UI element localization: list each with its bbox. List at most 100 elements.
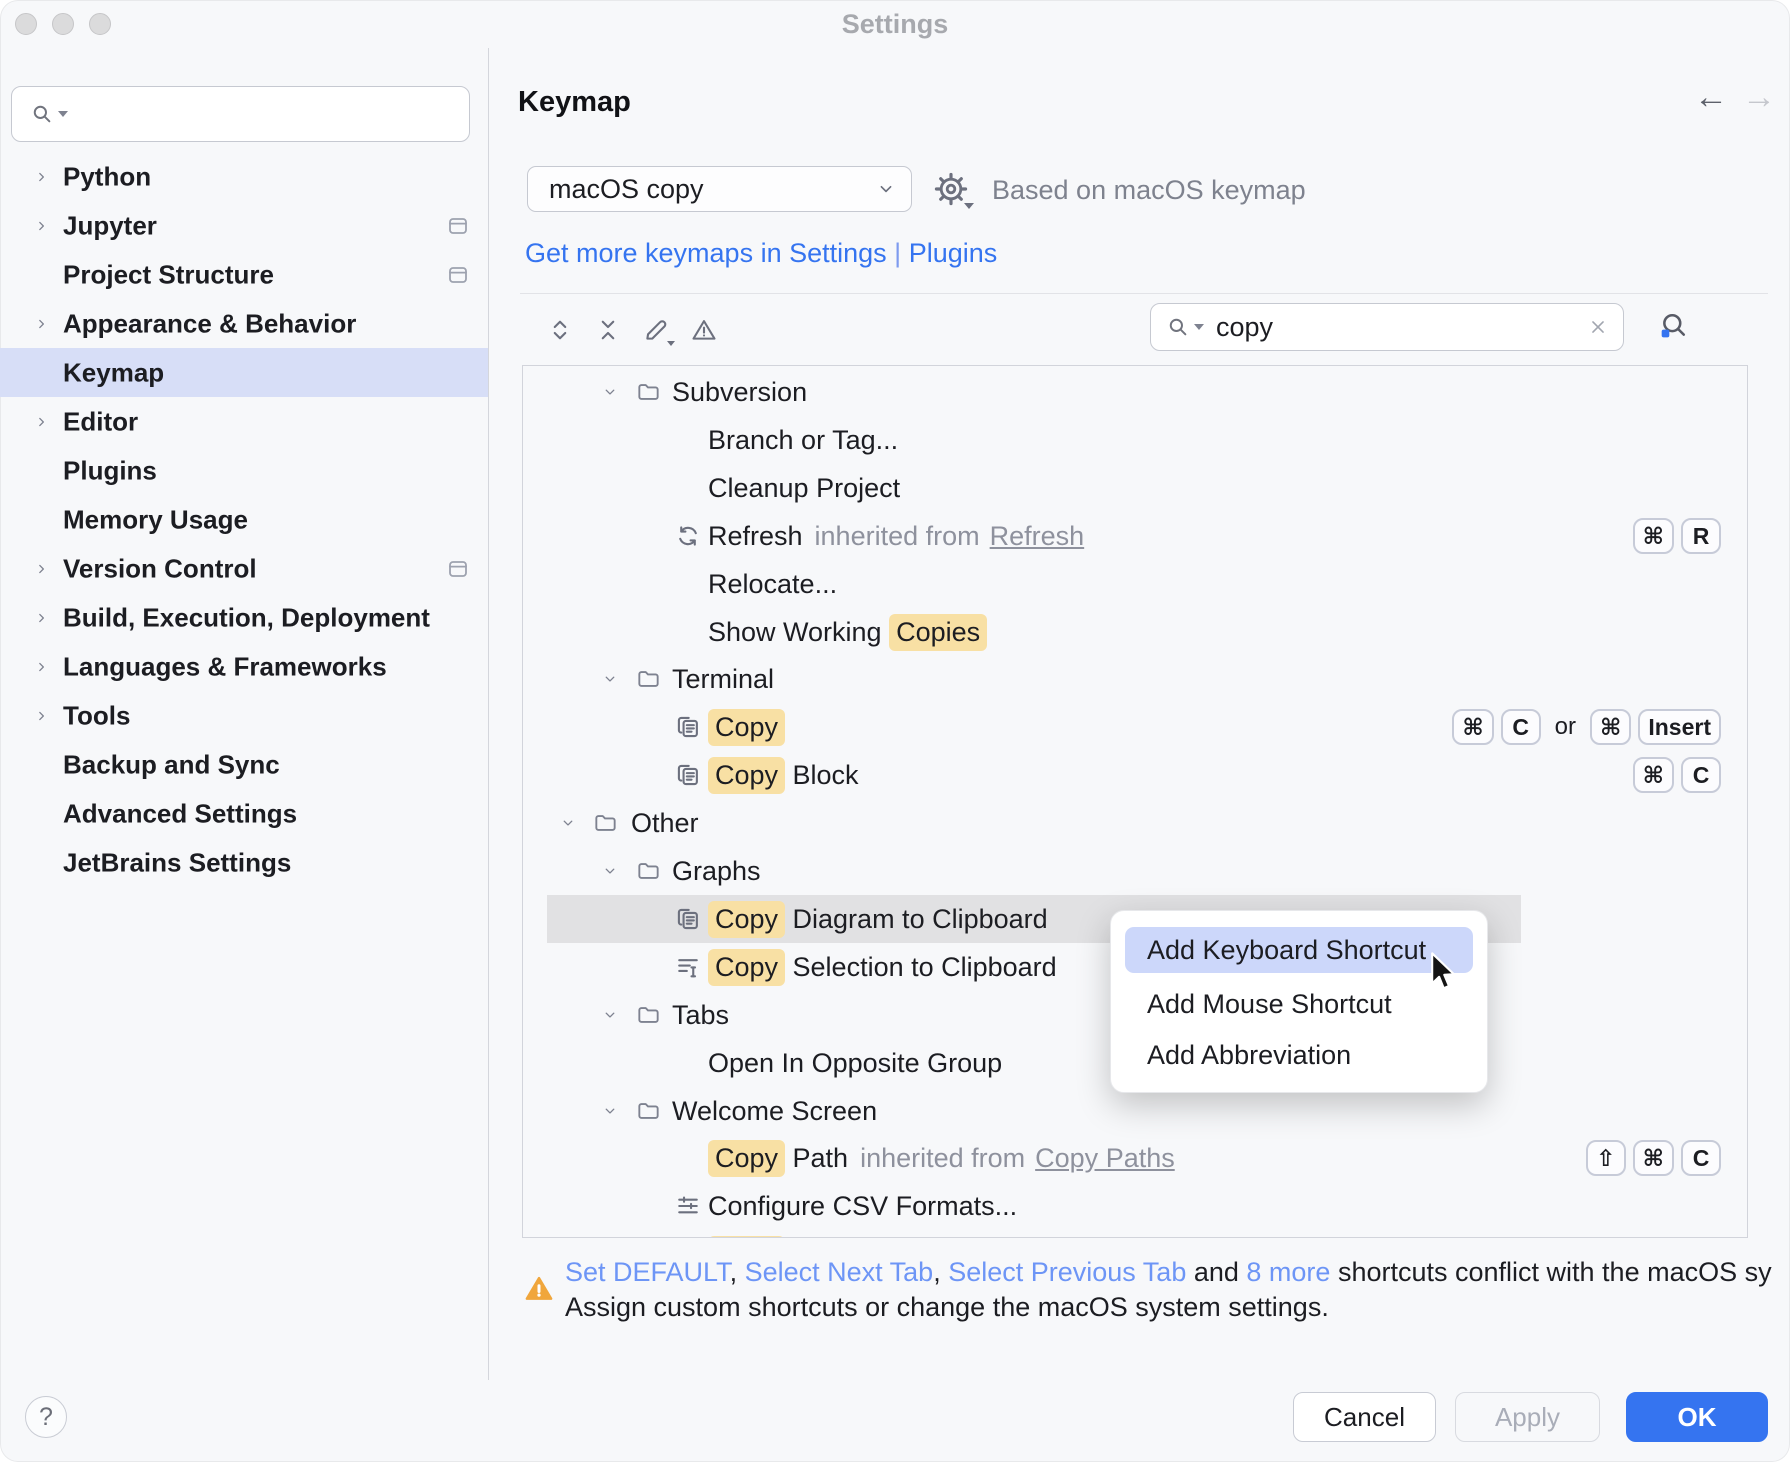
edit-caret-icon: [667, 341, 675, 346]
actions-search-input[interactable]: [1214, 311, 1587, 344]
sidebar-item-languages-frameworks[interactable]: Languages & Frameworks: [0, 642, 488, 691]
chevron-right-icon[interactable]: [33, 315, 50, 332]
sidebar-item-project-structure[interactable]: Project Structure: [0, 250, 488, 299]
action-text: Diagram to Clipboard: [785, 904, 1048, 935]
sidebar-item-label: Tools: [63, 700, 130, 731]
tree-row[interactable]: Configure CSV Formats...: [523, 1182, 1747, 1230]
tree-row[interactable]: Show Working Copies: [523, 608, 1747, 656]
shortcut-badges: ⌘Cor⌘Insert: [1445, 703, 1721, 751]
ok-button[interactable]: OK: [1626, 1392, 1768, 1442]
get-more-keymaps-link[interactable]: Get more keymaps in Settings: [525, 238, 887, 268]
show-conflicts-icon[interactable]: [690, 316, 718, 344]
sidebar-item-label: Appearance & Behavior: [63, 308, 356, 339]
conflict-action-link[interactable]: Select Previous Tab: [948, 1257, 1186, 1287]
search-icon: [29, 101, 55, 127]
tree-folder-row[interactable]: Welcome Screen: [523, 1087, 1747, 1135]
find-actions-by-shortcut-icon[interactable]: [1656, 309, 1690, 343]
sidebar-item-memory-usage[interactable]: Memory Usage: [0, 495, 488, 544]
sidebar-item-label: Python: [63, 161, 151, 192]
tree-folder-label: Terminal: [672, 655, 774, 703]
folder-name: Other: [631, 808, 699, 839]
search-match-highlight: Copy: [708, 757, 785, 794]
apply-button[interactable]: Apply: [1455, 1392, 1600, 1442]
action-label: Copy: [708, 703, 785, 751]
tree-row[interactable]: Copy Pathinherited fromCopy Paths⇧⌘C: [523, 1134, 1747, 1182]
sidebar-item-build-execution-deployment[interactable]: Build, Execution, Deployment: [0, 593, 488, 642]
plugins-link[interactable]: Plugins: [909, 238, 998, 268]
tree-folder-label: Tabs: [672, 991, 729, 1039]
keymap-options-gear-button[interactable]: [932, 170, 970, 208]
folder-icon: [636, 1099, 661, 1124]
warning-icon: [524, 1274, 554, 1304]
sidebar-search-field[interactable]: [11, 86, 470, 142]
sidebar-item-backup-and-sync[interactable]: Backup and Sync: [0, 740, 488, 789]
sidebar-search-input[interactable]: [76, 98, 469, 131]
conflict-action-link[interactable]: Select Next Tab: [745, 1257, 934, 1287]
inherited-from-link[interactable]: Refresh: [990, 521, 1085, 552]
tree-row[interactable]: Copy Block⌘C: [523, 751, 1747, 799]
conflict-action-link[interactable]: 8 more: [1246, 1257, 1330, 1287]
header-divider: [520, 293, 1768, 294]
back-arrow-icon[interactable]: ←: [1694, 80, 1728, 114]
sidebar-item-appearance-behavior[interactable]: Appearance & Behavior: [0, 299, 488, 348]
clear-search-icon[interactable]: [1587, 316, 1609, 338]
sidebar-item-jupyter[interactable]: Jupyter: [0, 201, 488, 250]
tree-folder-row[interactable]: Other: [523, 799, 1747, 847]
tree-row[interactable]: Relocate...: [523, 560, 1747, 608]
sidebar-item-label: Version Control: [63, 553, 257, 584]
forward-arrow-icon[interactable]: →: [1742, 80, 1776, 114]
chevron-down-icon[interactable]: [601, 670, 619, 688]
chevron-right-icon[interactable]: [33, 168, 50, 185]
tree-row[interactable]: Copy⌘Cor⌘Insert: [523, 703, 1747, 751]
expand-all-icon[interactable]: [546, 316, 574, 344]
conflict-action-link[interactable]: Set DEFAULT: [565, 1257, 730, 1287]
sidebar-item-keymap[interactable]: Keymap: [0, 348, 488, 397]
sidebar-item-version-control[interactable]: Version Control: [0, 544, 488, 593]
tree-row[interactable]: Refreshinherited fromRefresh⌘R: [523, 512, 1747, 560]
sidebar-item-python[interactable]: Python: [0, 152, 488, 201]
chevron-right-icon[interactable]: [33, 560, 50, 577]
tree-folder-row[interactable]: Graphs: [523, 847, 1747, 895]
shortcut-separator: or: [1555, 713, 1576, 741]
keycap: ⌘: [1633, 518, 1674, 554]
sidebar-item-jetbrains-settings[interactable]: JetBrains Settings: [0, 838, 488, 887]
sidebar-item-editor[interactable]: Editor: [0, 397, 488, 446]
chevron-right-icon[interactable]: [33, 217, 50, 234]
chevron-right-icon[interactable]: [33, 707, 50, 724]
keycap: R: [1681, 518, 1721, 554]
conflict-text: and: [1186, 1257, 1246, 1287]
chevron-down-icon[interactable]: [601, 1102, 619, 1120]
context-menu-item-add-keyboard-shortcut[interactable]: Add Keyboard Shortcut: [1125, 927, 1473, 973]
link-separator2: [901, 238, 909, 268]
keymap-select[interactable]: macOS copy: [527, 166, 912, 212]
tree-row[interactable]: Copy: [523, 1230, 1747, 1238]
context-menu-item-add-mouse-shortcut[interactable]: Add Mouse Shortcut: [1125, 981, 1473, 1027]
chevron-right-icon[interactable]: [33, 609, 50, 626]
tree-row[interactable]: Branch or Tag...: [523, 416, 1747, 464]
folder-name: Subversion: [672, 377, 807, 408]
tree-folder-row[interactable]: Subversion: [523, 368, 1747, 416]
context-menu-item-label: Add Mouse Shortcut: [1147, 989, 1392, 1020]
collapse-all-icon[interactable]: [594, 316, 622, 344]
keycap: ⇧: [1586, 1140, 1626, 1176]
chevron-right-icon[interactable]: [33, 413, 50, 430]
help-button[interactable]: ?: [25, 1396, 67, 1438]
context-menu-item-add-abbreviation[interactable]: Add Abbreviation: [1125, 1032, 1473, 1078]
sidebar-item-advanced-settings[interactable]: Advanced Settings: [0, 789, 488, 838]
tree-row[interactable]: Cleanup Project: [523, 464, 1747, 512]
context-menu: Add Keyboard Shortcut Add Mouse Shortcut A…: [1110, 910, 1488, 1093]
inherited-from-link[interactable]: Copy Paths: [1035, 1143, 1175, 1174]
actions-search-field[interactable]: [1150, 303, 1624, 351]
search-match-highlight: Copy: [708, 709, 785, 746]
edit-shortcut-icon[interactable]: [642, 316, 670, 344]
chevron-right-icon[interactable]: [33, 658, 50, 675]
chevron-down-icon[interactable]: [601, 862, 619, 880]
chevron-down-icon[interactable]: [559, 814, 577, 832]
sidebar-item-tools[interactable]: Tools: [0, 691, 488, 740]
sidebar-item-plugins[interactable]: Plugins: [0, 446, 488, 495]
chevron-down-icon[interactable]: [601, 383, 619, 401]
chevron-down-icon[interactable]: [601, 1006, 619, 1024]
cancel-button[interactable]: Cancel: [1293, 1392, 1436, 1442]
keycap: ⌘: [1590, 709, 1631, 745]
tree-folder-row[interactable]: Terminal: [523, 655, 1747, 703]
